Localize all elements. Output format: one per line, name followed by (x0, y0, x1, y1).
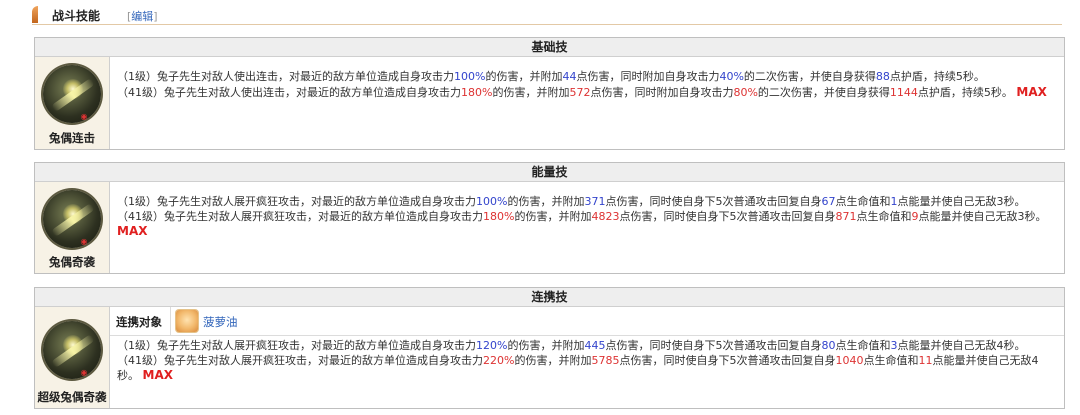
skill-desc-level41: （41级）兔子先生对敌人使出连击，对最近的敌方单位造成自身攻击力180%的伤害，… (117, 84, 1047, 99)
chain-partner-row: 连携对象 菠萝油 (110, 307, 1064, 336)
section-header: 战斗技能 [编辑] (32, 4, 1062, 25)
max-label: MAX (142, 368, 173, 382)
partner-avatar[interactable] (176, 310, 198, 332)
max-label: MAX (117, 224, 148, 238)
edit-link-wrapper: [编辑] (127, 8, 158, 24)
section-title: 战斗技能 (52, 9, 101, 23)
skill-description: （1级）兔子先生对敌人展开疯狂攻击，对最近的敌方单位造成自身攻击力120%的伤害… (117, 339, 1056, 384)
skill-icon-cell: ◉ 超级兔偶奇袭 (35, 307, 110, 408)
partner-name-link[interactable]: 菠萝油 (203, 314, 238, 330)
skill-header: 能量技 (35, 163, 1064, 182)
partner-label: 连携对象 (116, 315, 162, 329)
skill-name: 兔偶连击 (49, 131, 95, 145)
skill-card-basic: 基础技 ◉ 兔偶连击 （1级）兔子先生对敌人使出连击，对最近的敌方单位造成自身攻… (34, 37, 1065, 150)
max-label: MAX (1016, 84, 1047, 99)
skill-icon-cell: ◉ 兔偶奇袭 (35, 182, 110, 273)
skill-icon-cell: ◉ 兔偶连击 (35, 57, 110, 149)
skill-desc-level41: （41级）兔子先生对敌人展开疯狂攻击，对最近的敌方单位造成自身攻击力220%的伤… (117, 353, 1039, 383)
skill-desc-level1: （1级）兔子先生对敌人展开疯狂攻击，对最近的敌方单位造成自身攻击力100%的伤害… (117, 195, 1026, 208)
skill-desc-level41: （41级）兔子先生对敌人展开疯狂攻击，对最近的敌方单位造成自身攻击力180%的伤… (117, 209, 1047, 239)
skill-desc-level1: （1级）兔子先生对敌人使出连击，对最近的敌方单位造成自身攻击力100%的伤害，并… (117, 70, 985, 83)
skill-card-energy: 能量技 ◉ 兔偶奇袭 （1级）兔子先生对敌人展开疯狂攻击，对最近的敌方单位造成自… (34, 162, 1065, 274)
skill-name: 兔偶奇袭 (49, 255, 95, 269)
skill-header: 基础技 (35, 38, 1064, 57)
skill-header: 连携技 (35, 288, 1064, 307)
skill-name: 超级兔偶奇袭 (37, 390, 107, 404)
skill-description: （1级）兔子先生对敌人使出连击，对最近的敌方单位造成自身攻击力100%的伤害，并… (117, 70, 1056, 100)
edit-link[interactable]: 编辑 (131, 10, 153, 23)
partner-divider (170, 307, 171, 335)
skill-description: （1级）兔子先生对敌人展开疯狂攻击，对最近的敌方单位造成自身攻击力100%的伤害… (117, 195, 1056, 240)
emblem-badge-icon: ◉ (80, 112, 88, 121)
skill-card-chain: 连携技 ◉ 超级兔偶奇袭 连携对象 菠萝油 （1级）兔子先生对敌人展开疯狂攻击，… (34, 287, 1065, 409)
emblem-badge-icon: ◉ (80, 237, 88, 246)
edit-bracket-close: ] (153, 10, 158, 23)
emblem-badge-icon: ◉ (80, 368, 88, 377)
skill-desc-level1: （1级）兔子先生对敌人展开疯狂攻击，对最近的敌方单位造成自身攻击力120%的伤害… (117, 339, 1026, 352)
section-accent-bar (32, 6, 38, 23)
